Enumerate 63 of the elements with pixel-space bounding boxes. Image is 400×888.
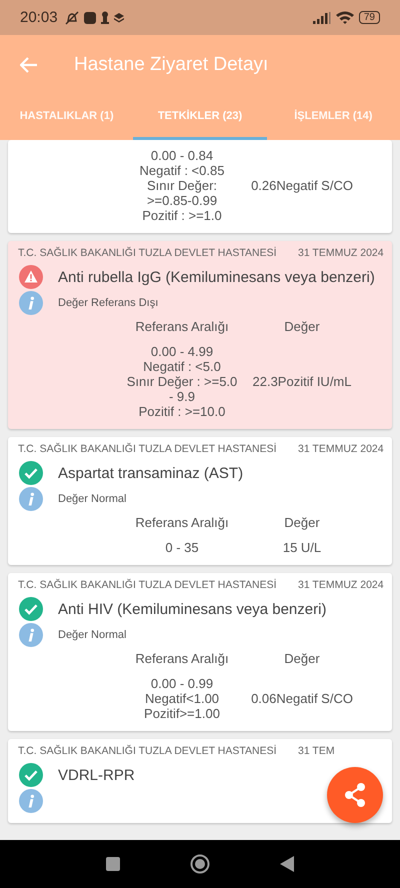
reference-range: Pozitif : >=1.0 [142,208,222,223]
column-header: Referans Aralığı [135,651,229,666]
reference-range: 0 - 35 [165,540,199,555]
reference-range: - 9.9 [168,389,195,404]
hospital-name: T.C. SAĞLIK BAKANLIĞI TUZLA DEVLET HASTANESİ [18,579,277,591]
column-header: Referans Aralığı [135,515,229,530]
check-icon [19,763,43,787]
hospital-name: T.C. SAĞLIK BAKANLIĞI TUZLA DEVLET HASTANESİ [18,247,277,259]
column-header: Değer [284,319,320,334]
info-icon [19,789,43,813]
tab[interactable]: HASTALIKLAR (1) [0,95,134,140]
result-value: 15 U/L [282,540,322,555]
layers-icon [114,12,124,22]
reference-range: Negatif<1.00 [144,691,220,706]
test-date: 31 TEMMUZ 2024 [298,443,384,455]
result-value: 0.26Negatif S/CO [251,178,353,193]
status-time: 20:03 [20,9,58,26]
hospital-name: T.C. SAĞLIK BAKANLIĞI TUZLA DEVLET HASTANESİ [18,443,277,455]
hospital-name: T.C. SAĞLIK BAKANLIĞI TUZLA DEVLET HASTANESİ [18,745,277,757]
column-header: Değer [284,651,320,666]
info-icon [19,291,43,315]
result-note: Değer Normal [58,629,126,641]
reference-range: Sınır Değer: [146,178,218,193]
reference-range: >=0.85-0.99 [146,193,218,208]
result-note: Değer Referans Dışı [58,297,158,309]
info-icon [19,487,43,511]
keyhole-icon [100,11,109,24]
reference-range: 0.00 - 0.84 [150,148,214,163]
result-value: 22.3Pozitif IU/mL [252,374,352,389]
wifi-icon [336,11,354,24]
battery-level: 79 [358,11,380,24]
warning-icon [19,265,43,289]
reference-range: Sınır Değer : >=5.0 [126,374,238,389]
column-header: Referans Aralığı [135,319,229,334]
reference-range: Pozitif>=1.00 [144,706,220,721]
app-icon [84,12,96,24]
test-date: 31 TEM [298,745,335,757]
mute-icon [64,10,79,24]
column-header: Değer [284,515,320,530]
check-icon [19,461,43,485]
signal-icon [312,12,331,24]
test-date: 31 TEMMUZ 2024 [298,247,384,259]
reference-range: Negatif : <5.0 [143,359,221,374]
screen-title: Hastane Ziyaret Detayı [74,54,268,76]
test-name: Anti rubella IgG (Kemiluminesans veya benzeri) [58,268,375,286]
test-name: Aspartat transaminaz (AST) [58,464,244,482]
test-name: Anti HIV (Kemiluminesans veya benzeri) [58,600,326,618]
reference-range: Negatif : <0.85 [140,163,224,178]
test-name: VDRL-RPR [58,766,135,784]
result-value: 0.06Negatif S/CO [251,691,353,706]
share-icon [342,782,368,808]
info-icon [19,623,43,647]
reference-range: 0.00 - 0.99 [150,676,214,691]
back-icon[interactable] [280,856,294,872]
result-note: Değer Normal [58,493,126,505]
check-icon [19,597,43,621]
back-arrow-icon[interactable] [20,57,38,73]
test-date: 31 TEMMUZ 2024 [298,579,384,591]
reference-range: Pozitif : >=10.0 [138,404,226,419]
tab[interactable]: İŞLEMLER (14) [266,95,400,140]
recents-icon[interactable] [106,857,120,871]
reference-range: 0.00 - 4.99 [150,344,214,359]
home-icon[interactable] [190,854,210,874]
